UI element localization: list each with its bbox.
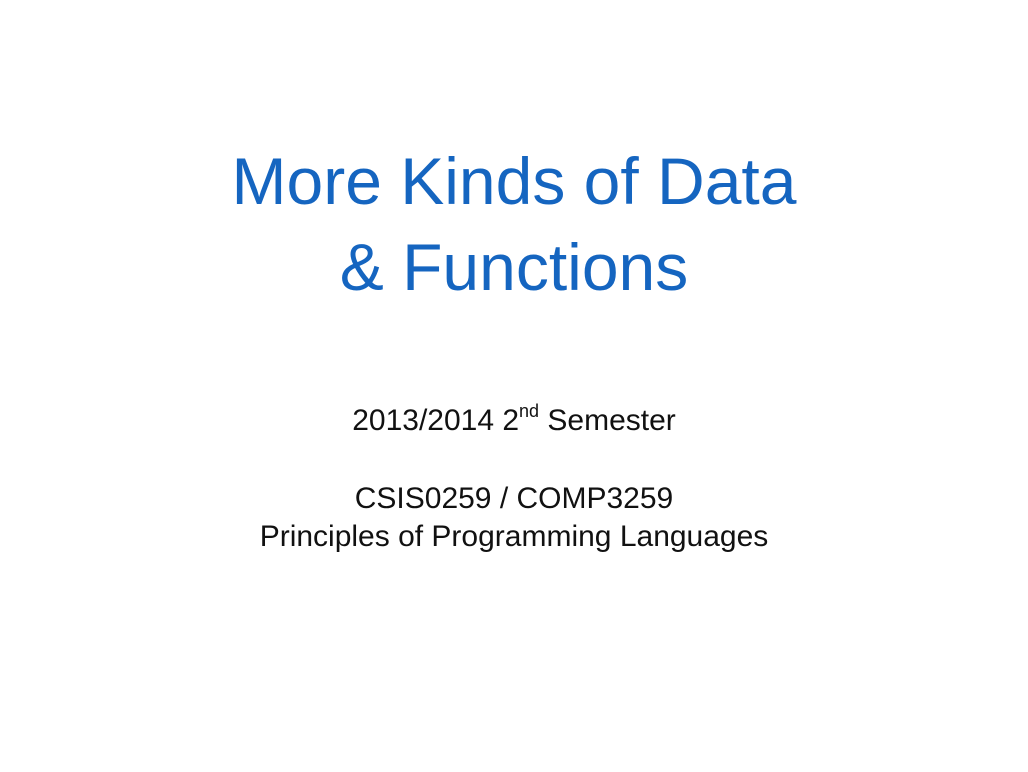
- semester-suffix: Semester: [539, 404, 676, 437]
- slide-title: More Kinds of Data & Functions: [0, 138, 1028, 310]
- slide: More Kinds of Data & Functions 2013/2014…: [0, 0, 1028, 772]
- course-info: CSIS0259 / COMP3259 Principles of Progra…: [0, 480, 1028, 556]
- course-name: Principles of Programming Languages: [259, 520, 769, 553]
- semester-text: 2013/2014 2nd Semester: [0, 402, 1028, 440]
- semester-prefix: 2013/2014 2: [352, 404, 520, 437]
- course-code: CSIS0259 / COMP3259: [354, 482, 674, 515]
- title-line-2: & Functions: [339, 230, 689, 304]
- semester-ordinal-superscript: nd: [519, 401, 540, 421]
- title-line-1: More Kinds of Data: [231, 144, 797, 218]
